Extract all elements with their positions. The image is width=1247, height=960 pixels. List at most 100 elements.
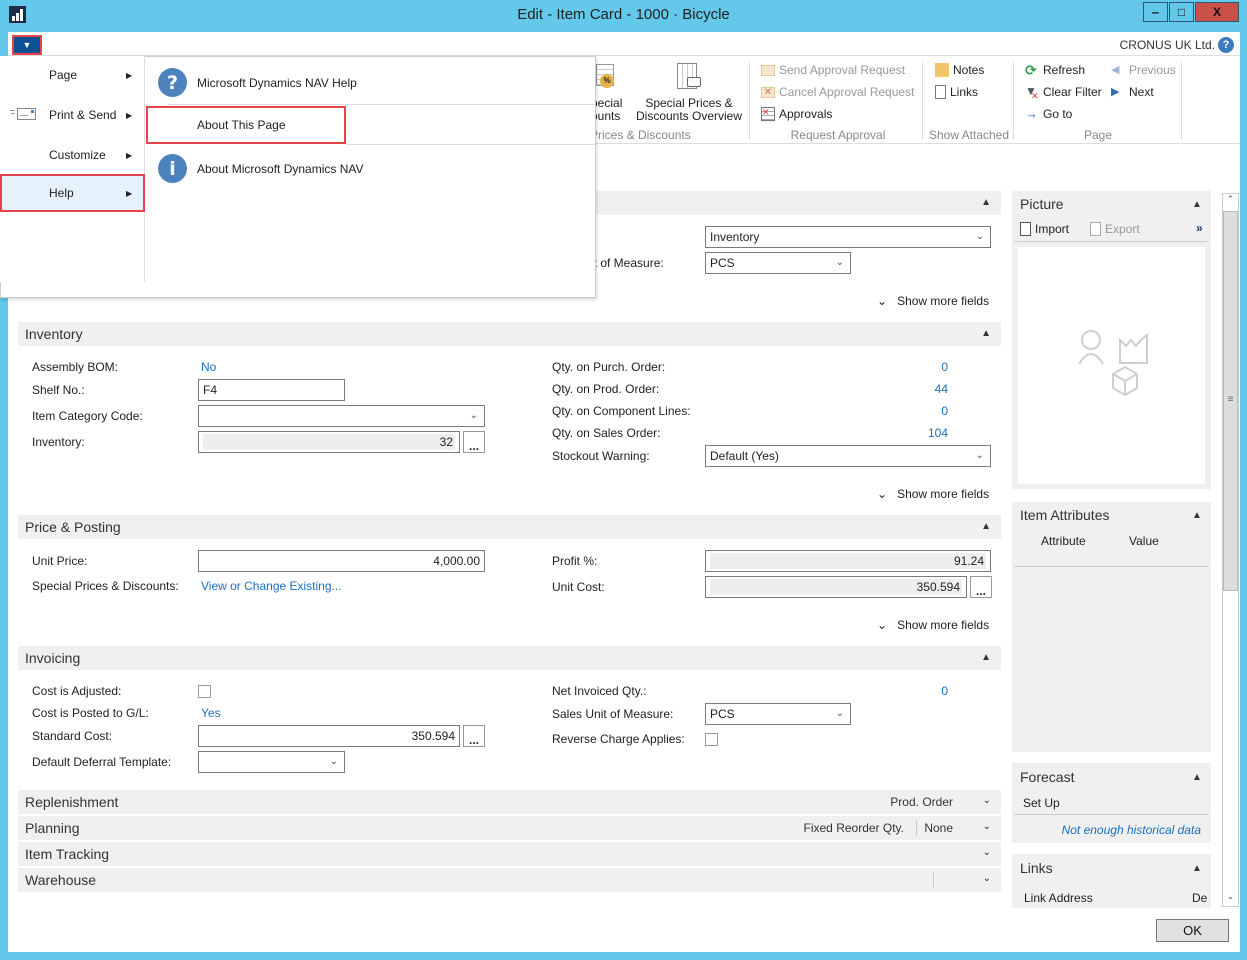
collapse-icon[interactable]: ▲ (1192, 510, 1202, 521)
reverse-charge-label: Reverse Charge Applies: (552, 732, 685, 746)
clear-filter-button[interactable]: ▼ ✕ Clear Filter (1025, 85, 1102, 101)
qty-sales-value[interactable]: 104 (900, 426, 948, 440)
base-uom-select[interactable]: PCS ⌄ (705, 252, 851, 274)
link-address-column-header[interactable]: Link Address (1024, 891, 1093, 905)
collapse-icon[interactable]: ▲ (1192, 863, 1202, 874)
inventory-field[interactable]: 32 (198, 431, 460, 453)
cost-adjusted-label: Cost is Adjusted: (32, 684, 122, 698)
maximize-button[interactable]: □ (1169, 2, 1194, 22)
import-button[interactable]: Import (1020, 222, 1069, 236)
type-select[interactable]: Inventory ⌄ (705, 226, 991, 248)
previous-button[interactable]: ◀ Previous (1111, 63, 1176, 77)
submenu-item-label: Microsoft Dynamics NAV Help (197, 76, 357, 90)
send-approval-request-button[interactable]: Send Approval Request (761, 63, 905, 77)
ok-button[interactable]: OK (1156, 919, 1229, 942)
notes-button[interactable]: Notes (935, 63, 984, 77)
import-icon (1020, 222, 1031, 236)
close-button[interactable]: X (1195, 2, 1239, 22)
application-menu-button[interactable]: ▼ (12, 35, 42, 55)
menu-item-customize[interactable]: Customize ▶ (0, 137, 145, 173)
show-attached-group-label: Show Attached (928, 128, 1010, 142)
links-button[interactable]: Links (935, 85, 978, 99)
planning-section-header[interactable]: Planning Fixed Reorder Qty. None ⌄ (18, 816, 1001, 840)
stockout-warning-select[interactable]: Default (Yes) ⌄ (705, 445, 991, 467)
sales-uom-select[interactable]: PCS ⌄ (705, 703, 851, 725)
shelf-no-input[interactable]: F4 (198, 379, 345, 401)
import-label: Import (1035, 222, 1070, 236)
qty-prod-value[interactable]: 44 (900, 382, 948, 396)
scroll-up-icon[interactable]: ⌃ (1223, 194, 1238, 210)
prices-discounts-group-label: Prices & Discounts (590, 128, 691, 142)
standard-cost-input[interactable]: 350.594 (198, 725, 460, 747)
menu-item-print-send[interactable]: Print & Send ▶ (0, 97, 145, 133)
qty-purch-value[interactable]: 0 (900, 360, 948, 374)
go-to-button[interactable]: → Go to (1025, 107, 1072, 121)
ribbon-separator (1181, 62, 1182, 140)
show-more-label: Show more fields (897, 618, 990, 632)
inventory-section-header[interactable]: Inventory ▲ (18, 322, 1001, 346)
cost-posted-value[interactable]: Yes (201, 706, 221, 720)
expand-icon[interactable]: ⌄ (983, 847, 991, 858)
expand-icon[interactable]: ⌄ (983, 795, 991, 806)
menu-item-help[interactable]: Help ▶ (0, 174, 145, 212)
minimize-button[interactable]: ‒ (1143, 2, 1168, 22)
unit-cost-field[interactable]: 350.594 (705, 576, 967, 598)
invoicing-section-header[interactable]: Invoicing ▲ (18, 646, 1001, 670)
refresh-button[interactable]: ⟳ Refresh (1025, 63, 1085, 77)
assembly-bom-value[interactable]: No (201, 360, 216, 374)
inventory-lookup-button[interactable]: ... (463, 431, 485, 453)
replenishment-title: Replenishment (25, 794, 119, 810)
links-title: Links (1020, 860, 1053, 876)
value-column-header[interactable]: Value (1129, 534, 1159, 548)
scroll-down-icon[interactable]: ⌄ (1223, 891, 1238, 906)
collapse-icon[interactable]: ▲ (981, 521, 991, 532)
collapse-icon[interactable]: ▲ (981, 652, 991, 663)
show-more-fields-price[interactable]: ⌄ Show more fields (877, 618, 989, 632)
refresh-icon: ⟳ (1025, 62, 1037, 78)
company-name[interactable]: CRONUS UK Ltd. (1120, 38, 1215, 52)
menu-item-page[interactable]: Page ▶ (0, 57, 145, 93)
export-icon (1090, 222, 1101, 236)
show-more-fields-general[interactable]: ⌄ Show more fields (877, 294, 989, 308)
replenishment-section-header[interactable]: Replenishment Prod. Order ⌄ (18, 790, 1001, 814)
attribute-column-header[interactable]: Attribute (1041, 534, 1086, 548)
submenu-about-nav[interactable]: i About Microsoft Dynamics NAV (146, 148, 595, 190)
question-icon: ? (158, 68, 187, 97)
item-category-select[interactable]: ⌄ (198, 405, 485, 427)
approvals-button[interactable]: ✕ Approvals (761, 107, 832, 121)
warehouse-section-header[interactable]: Warehouse ⌄ (18, 868, 1001, 892)
cancel-approval-label: Cancel Approval Request (779, 85, 915, 99)
show-more-fields-inventory[interactable]: ⌄ Show more fields (877, 487, 989, 501)
special-discounts-button[interactable]: pecial ounts (591, 97, 631, 123)
unit-cost-lookup-button[interactable]: ... (970, 576, 992, 598)
collapse-icon[interactable]: ▲ (1192, 772, 1202, 783)
next-button[interactable]: ▶ Next (1111, 85, 1154, 99)
expand-icon[interactable]: ⌄ (983, 821, 991, 832)
qty-comp-value[interactable]: 0 (900, 404, 948, 418)
cost-adjusted-checkbox[interactable] (198, 685, 211, 698)
special-discounts-icon: % (596, 64, 616, 92)
expand-icon[interactable]: ⌄ (983, 873, 991, 884)
standard-cost-lookup-button[interactable]: ... (463, 725, 485, 747)
collapse-icon[interactable]: ▲ (981, 328, 991, 339)
submenu-item-label: About This Page (197, 118, 286, 132)
reverse-charge-checkbox[interactable] (705, 733, 718, 746)
submenu-about-this-page[interactable]: About This Page (146, 106, 346, 144)
unit-price-input[interactable]: 4,000.00 (198, 550, 485, 572)
more-actions-icon[interactable]: » (1196, 221, 1203, 235)
price-posting-section-header[interactable]: Price & Posting ▲ (18, 515, 1001, 539)
collapse-icon[interactable]: ▲ (981, 197, 991, 208)
net-invoiced-value[interactable]: 0 (900, 684, 948, 698)
description-column-header[interactable]: De (1192, 891, 1207, 905)
cancel-approval-request-button[interactable]: ✕ Cancel Approval Request (761, 85, 914, 99)
setup-button[interactable]: Set Up (1023, 796, 1060, 810)
special-prices-overview-button[interactable]: Special Prices & Discounts Overview (634, 97, 744, 123)
item-tracking-section-header[interactable]: Item Tracking ⌄ (18, 842, 1001, 866)
view-change-existing-link[interactable]: View or Change Existing... (201, 579, 342, 593)
profit-field[interactable]: 91.24 (705, 550, 991, 572)
submenu-nav-help[interactable]: ? Microsoft Dynamics NAV Help (146, 62, 595, 104)
deferral-template-select[interactable]: ⌄ (198, 751, 345, 773)
export-button[interactable]: Export (1090, 222, 1140, 236)
help-icon[interactable]: ? (1218, 37, 1234, 53)
collapse-icon[interactable]: ▲ (1192, 199, 1202, 210)
